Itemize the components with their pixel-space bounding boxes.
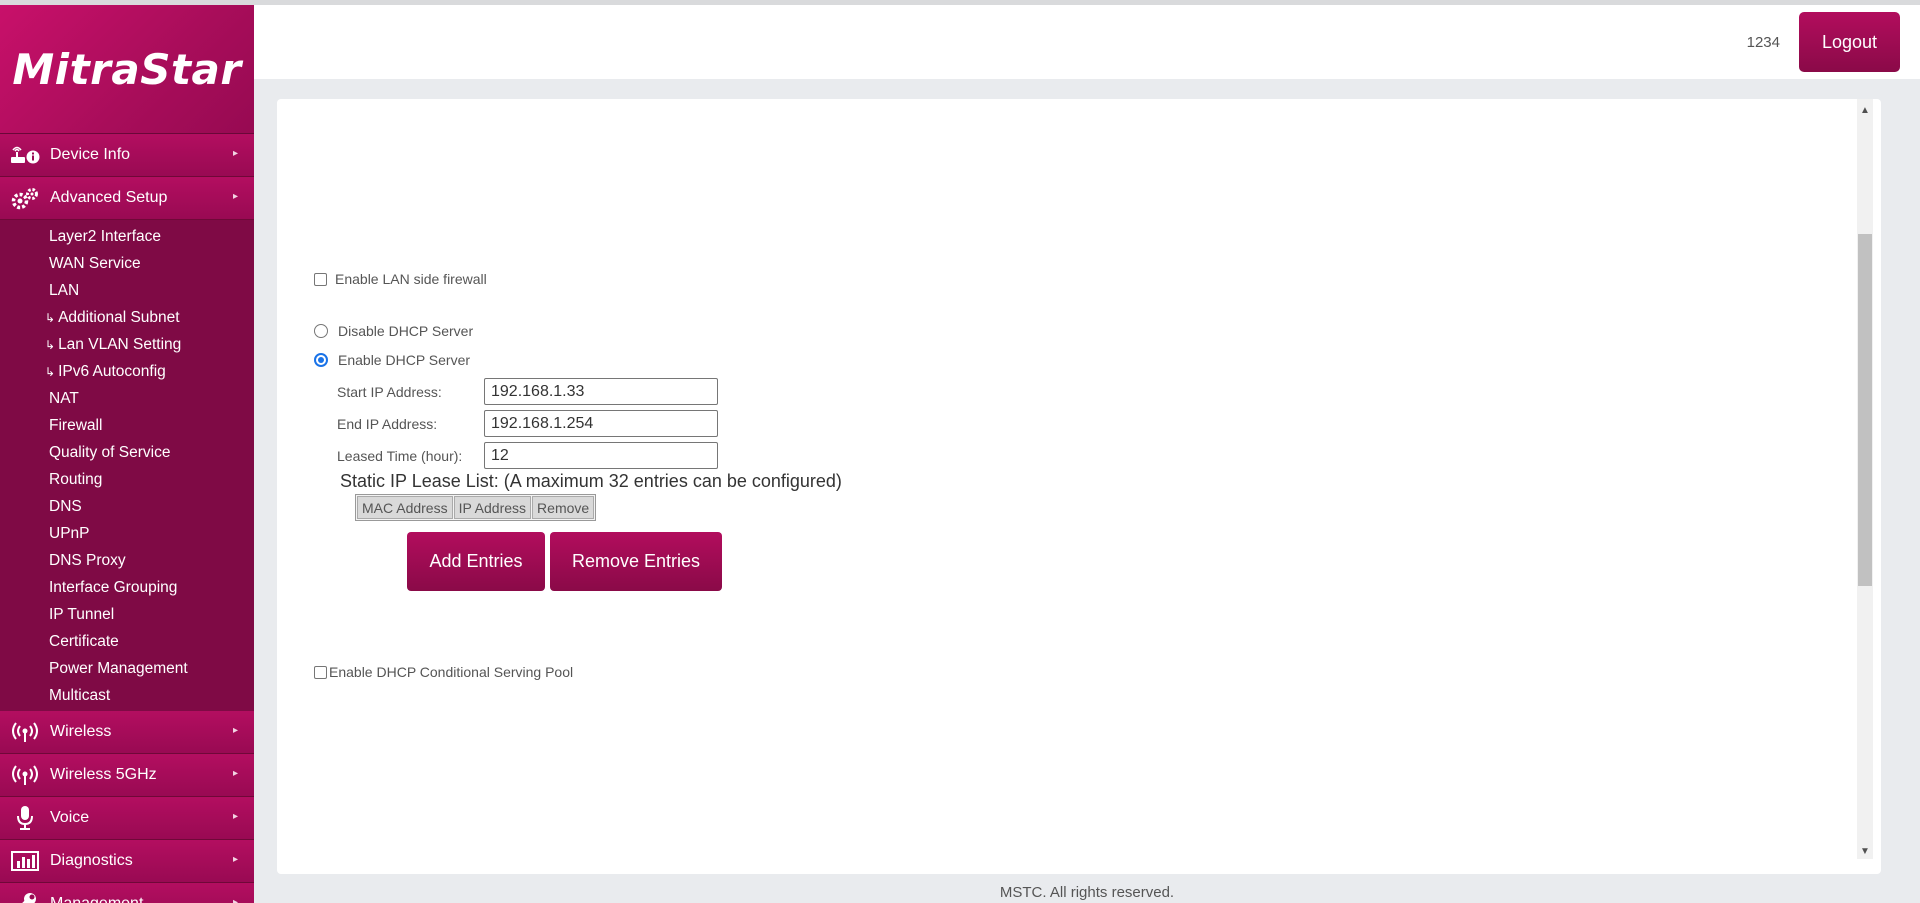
gears-icon xyxy=(10,186,40,210)
enable-dhcp-row: Enable DHCP Server xyxy=(314,352,470,368)
menu-device-info-label: Device Info xyxy=(50,146,131,163)
menu-advanced-setup[interactable]: Advanced Setup ▸ xyxy=(0,177,254,220)
sidebar-item-routing[interactable]: Routing xyxy=(0,466,254,493)
sidebar-item-power-management[interactable]: Power Management xyxy=(0,655,254,682)
menu-management-label: Management xyxy=(50,895,143,903)
sidebar-item-ip-tunnel[interactable]: IP Tunnel xyxy=(0,601,254,628)
sub-arrow-icon: ↳ xyxy=(45,311,56,325)
wrench-icon xyxy=(10,892,40,903)
chevron-right-icon: ▸ xyxy=(232,854,238,865)
start-ip-row: Start IP Address: xyxy=(337,378,718,405)
menu-diagnostics[interactable]: Diagnostics ▸ xyxy=(0,840,254,883)
menu-voice-label: Voice xyxy=(50,809,90,826)
disable-dhcp-radio[interactable] xyxy=(314,324,328,338)
static-lease-title: Static IP Lease List: (A maximum 32 entr… xyxy=(340,471,842,491)
sidebar-item-dns-proxy[interactable]: DNS Proxy xyxy=(0,547,254,574)
enable-lan-firewall-checkbox[interactable] xyxy=(314,272,327,286)
sidebar-item-lan[interactable]: LAN xyxy=(0,277,254,304)
sidebar: MitraStar Device Info ▸ Advanced Setup ▸… xyxy=(0,5,254,903)
sidebar-item-label: Additional Subnet xyxy=(58,309,180,326)
disable-dhcp-row: Disable DHCP Server xyxy=(314,323,473,339)
menu-diagnostics-label: Diagnostics xyxy=(50,852,133,869)
logo-area: MitraStar xyxy=(0,5,254,134)
start-ip-label: Start IP Address: xyxy=(337,383,442,400)
menu-wireless-label: Wireless xyxy=(50,723,112,740)
sidebar-item-quality-of-service[interactable]: Quality of Service xyxy=(0,439,254,466)
menu-voice[interactable]: Voice ▸ xyxy=(0,797,254,840)
end-ip-input[interactable] xyxy=(484,410,718,437)
menu-wireless[interactable]: Wireless ▸ xyxy=(0,711,254,754)
add-entries-button[interactable]: Add Entries xyxy=(407,532,545,591)
sidebar-item-wan-service[interactable]: WAN Service xyxy=(0,250,254,277)
footer-copyright: MSTC. All rights reserved. xyxy=(999,884,1175,901)
scroll-down-arrow-icon[interactable]: ▼ xyxy=(1860,846,1870,857)
conditional-pool-row: Enable DHCP Conditional Serving Pool xyxy=(314,664,573,680)
menu-device-info[interactable]: Device Info ▸ xyxy=(0,134,254,177)
device-info-icon xyxy=(10,143,40,167)
menu-wireless-5ghz[interactable]: Wireless 5GHz ▸ xyxy=(0,754,254,797)
column-mac-address: MAC Address xyxy=(357,496,453,519)
chevron-right-icon: ▸ xyxy=(232,811,238,822)
advanced-setup-submenu: Layer2 Interface WAN Service LAN ↳ Additi… xyxy=(0,220,254,711)
column-ip-address: IP Address xyxy=(453,496,532,519)
microphone-icon xyxy=(10,806,40,830)
lan-firewall-row: Enable LAN side firewall xyxy=(314,271,487,287)
sub-arrow-icon: ↳ xyxy=(45,338,56,352)
sidebar-item-dns[interactable]: DNS xyxy=(0,493,254,520)
sidebar-item-ipv6-autoconfig[interactable]: ↳ IPv6 Autoconfig xyxy=(0,358,254,385)
enable-dhcp-radio[interactable] xyxy=(314,353,328,367)
disable-dhcp-label: Disable DHCP Server xyxy=(338,323,474,339)
scroll-up-arrow-icon[interactable]: ▲ xyxy=(1860,105,1870,116)
enable-lan-firewall-label: Enable LAN side firewall xyxy=(335,271,487,287)
start-ip-input[interactable] xyxy=(484,378,718,405)
sidebar-item-nat[interactable]: NAT xyxy=(0,385,254,412)
chart-icon xyxy=(10,849,40,873)
sidebar-item-additional-subnet[interactable]: ↳ Additional Subnet xyxy=(0,304,254,331)
lease-time-row: Leased Time (hour): xyxy=(337,442,718,469)
wifi-icon xyxy=(10,763,40,787)
sidebar-item-upnp[interactable]: UPnP xyxy=(0,520,254,547)
sidebar-item-label: IPv6 Autoconfig xyxy=(58,363,166,380)
table-header-row: MAC Address IP Address Remove xyxy=(357,496,595,519)
end-ip-row: End IP Address: xyxy=(337,410,718,437)
enable-dhcp-label: Enable DHCP Server xyxy=(338,352,471,368)
vertical-scrollbar[interactable]: ▲ ▼ xyxy=(1857,99,1873,859)
chevron-right-icon: ▸ xyxy=(232,148,238,159)
menu-wireless-5ghz-label: Wireless 5GHz xyxy=(50,766,157,783)
sidebar-item-certificate[interactable]: Certificate xyxy=(0,628,254,655)
wifi-icon xyxy=(10,720,40,744)
chevron-right-icon: ▸ xyxy=(232,897,238,903)
enable-conditional-pool-checkbox[interactable] xyxy=(314,665,327,679)
sidebar-item-interface-grouping[interactable]: Interface Grouping xyxy=(0,574,254,601)
top-header: 1234 Logout xyxy=(254,5,1920,79)
scrollbar-thumb[interactable] xyxy=(1858,234,1872,586)
enable-conditional-pool-label: Enable DHCP Conditional Serving Pool xyxy=(329,664,574,680)
sidebar-item-multicast[interactable]: Multicast xyxy=(0,682,254,709)
sidebar-item-firewall[interactable]: Firewall xyxy=(0,412,254,439)
content-panel: Enable LAN side firewall Disable DHCP Se… xyxy=(277,99,1881,874)
menu-advanced-setup-label: Advanced Setup xyxy=(50,189,168,206)
chevron-right-icon: ▸ xyxy=(232,725,238,736)
chevron-right-icon: ▸ xyxy=(232,768,238,779)
lease-time-input[interactable] xyxy=(484,442,718,469)
sidebar-item-layer2-interface[interactable]: Layer2 Interface xyxy=(0,223,254,250)
logout-button[interactable]: Logout xyxy=(1799,12,1900,72)
sub-arrow-icon: ↳ xyxy=(45,365,56,379)
end-ip-label: End IP Address: xyxy=(337,415,438,432)
username-label: 1234 xyxy=(1746,34,1780,51)
remove-entries-button[interactable]: Remove Entries xyxy=(550,532,722,591)
lease-time-label: Leased Time (hour): xyxy=(337,447,463,464)
brand-logo: MitraStar xyxy=(12,44,242,94)
menu-management[interactable]: Management ▸ xyxy=(0,883,254,903)
sidebar-item-lan-vlan-setting[interactable]: ↳ Lan VLAN Setting xyxy=(0,331,254,358)
chevron-right-icon: ▸ xyxy=(232,191,238,202)
sidebar-item-label: Lan VLAN Setting xyxy=(58,336,182,353)
column-remove: Remove xyxy=(532,496,595,519)
static-lease-table: MAC Address IP Address Remove xyxy=(355,494,597,521)
